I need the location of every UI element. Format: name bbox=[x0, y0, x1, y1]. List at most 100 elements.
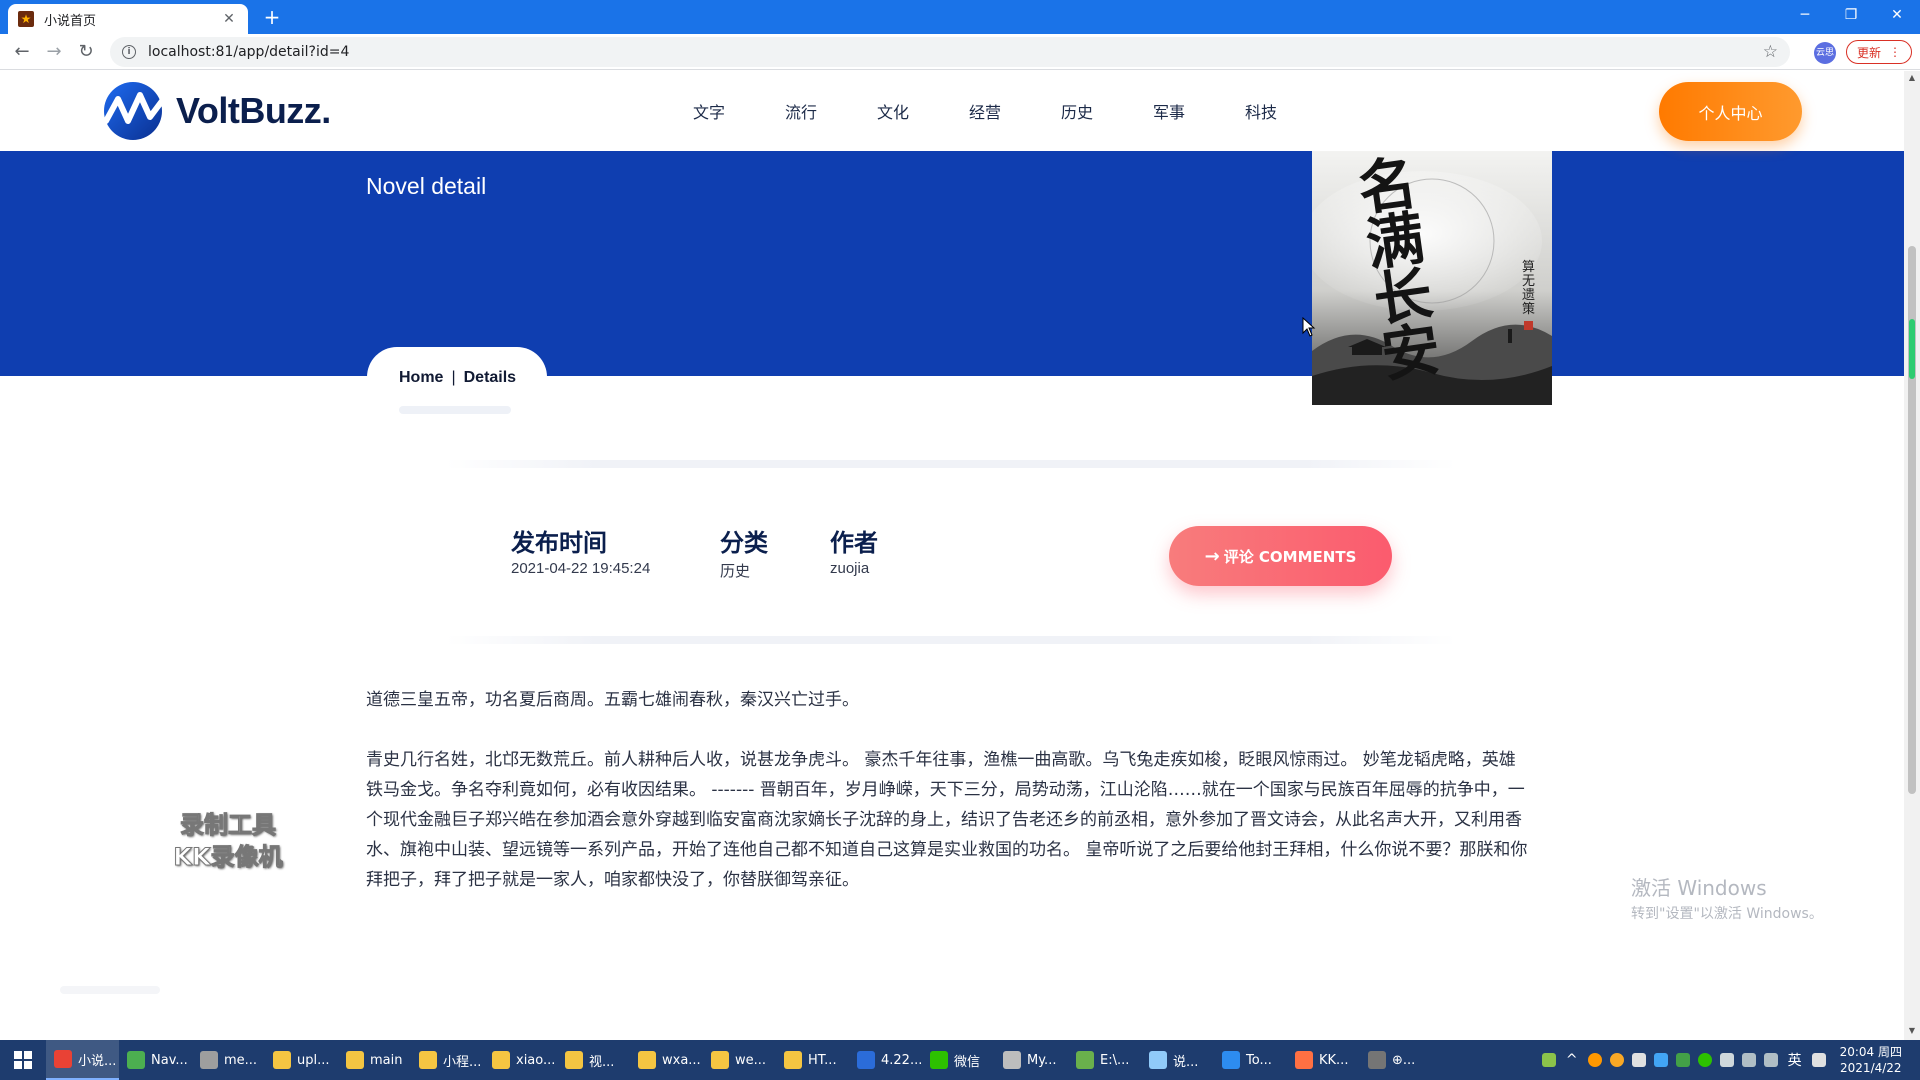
arrow-right-icon: → bbox=[1204, 545, 1220, 567]
tray-app-icon[interactable] bbox=[1631, 1053, 1646, 1067]
taskbar-app-18[interactable]: ⊕... bbox=[1360, 1040, 1433, 1080]
nav-item-wenzi[interactable]: 文字 bbox=[693, 99, 785, 123]
nav-item-keji[interactable]: 科技 bbox=[1245, 99, 1337, 123]
taskbar-app-9[interactable]: we... bbox=[703, 1040, 776, 1080]
new-tab-button[interactable]: + bbox=[260, 6, 284, 30]
tray-app-icon[interactable] bbox=[1653, 1053, 1668, 1067]
system-clock[interactable]: 20:04 周四 2021/4/22 bbox=[1840, 1044, 1902, 1076]
meta-publish-time: 发布时间 2021-04-22 19:45:24 bbox=[511, 528, 650, 577]
nav-item-liuxing[interactable]: 流行 bbox=[785, 99, 877, 123]
taskbar-app-label: 微信 bbox=[954, 1054, 981, 1070]
app-icon bbox=[273, 1051, 291, 1069]
publish-time-value: 2021-04-22 19:45:24 bbox=[511, 560, 651, 577]
browser-tab-active[interactable]: ★ 小说首页 ✕ bbox=[8, 4, 248, 34]
site-info-icon[interactable]: i bbox=[122, 45, 136, 59]
content-paragraph: 道德三皇五帝，功名夏后商周。五霸七雄闹春秋，秦汉兴亡过手。 bbox=[366, 690, 859, 710]
nav-item-jingying[interactable]: 经营 bbox=[969, 99, 1061, 123]
taskbar-app-8[interactable]: wxa... bbox=[630, 1040, 703, 1080]
address-url[interactable]: localhost:81/app/detail?id=4 bbox=[148, 44, 1763, 60]
ime-indicator[interactable]: 英 bbox=[1788, 1050, 1802, 1070]
minimize-window-icon[interactable]: ─ bbox=[1782, 0, 1828, 30]
taskbar-app-7[interactable]: 视... bbox=[557, 1040, 630, 1080]
taskbar-app-5[interactable]: 小程... bbox=[411, 1040, 484, 1080]
taskbar-app-14[interactable]: E:\... bbox=[1068, 1040, 1141, 1080]
taskbar-app-17[interactable]: KK... bbox=[1287, 1040, 1360, 1080]
restore-window-icon[interactable]: ❐ bbox=[1828, 0, 1874, 30]
user-center-button[interactable]: 个人中心 bbox=[1659, 82, 1802, 141]
taskbar-app-label: To... bbox=[1246, 1052, 1272, 1068]
taskbar-app-0[interactable]: 小说... bbox=[46, 1040, 119, 1080]
app-icon bbox=[1295, 1051, 1313, 1069]
hero-banner: Novel detail bbox=[0, 151, 1904, 376]
scroll-up-icon[interactable]: ▲ bbox=[1904, 73, 1920, 82]
app-icon bbox=[127, 1051, 145, 1069]
nav-item-lishi[interactable]: 历史 bbox=[1061, 99, 1153, 123]
taskbar-app-label: KK... bbox=[1319, 1052, 1349, 1068]
app-icon bbox=[930, 1051, 948, 1069]
app-icon bbox=[1003, 1051, 1021, 1069]
app-icon bbox=[857, 1051, 875, 1069]
reload-icon[interactable]: ↻ bbox=[74, 40, 98, 64]
app-icon bbox=[1076, 1051, 1094, 1069]
taskbar-app-label: wxa... bbox=[662, 1052, 701, 1068]
wifi-icon[interactable] bbox=[1741, 1053, 1756, 1067]
battery-icon[interactable] bbox=[1541, 1053, 1556, 1067]
bookmark-star-icon[interactable]: ☆ bbox=[1763, 42, 1778, 62]
tray-app-icon[interactable] bbox=[1609, 1053, 1624, 1067]
taskbar-app-16[interactable]: To... bbox=[1214, 1040, 1287, 1080]
taskbar-app-6[interactable]: xiao... bbox=[484, 1040, 557, 1080]
taskbar-app-3[interactable]: upl... bbox=[265, 1040, 338, 1080]
taskbar-app-label: upl... bbox=[297, 1052, 330, 1068]
tray-app-icon[interactable] bbox=[1587, 1053, 1602, 1067]
taskbar-app-15[interactable]: 说... bbox=[1141, 1040, 1214, 1080]
profile-avatar[interactable]: 云思 bbox=[1814, 42, 1836, 64]
breadcrumb-separator: | bbox=[451, 369, 456, 386]
breadcrumb-home-link[interactable]: Home bbox=[399, 369, 443, 387]
recorder-line2: KK录像机 bbox=[173, 843, 283, 872]
taskbar-app-11[interactable]: 4.22... bbox=[849, 1040, 922, 1080]
taskbar-app-1[interactable]: Nav... bbox=[119, 1040, 192, 1080]
activate-line1: 激活 Windows bbox=[1631, 876, 1767, 900]
app-icon bbox=[565, 1051, 583, 1069]
windows-taskbar: 小说... Nav... me... upl... main 小程... xiao... 视.… bbox=[0, 1040, 1920, 1080]
recorder-line1: 录制工具 bbox=[180, 811, 277, 840]
comments-button[interactable]: → 评论 COMMENTS bbox=[1169, 526, 1392, 586]
close-tab-icon[interactable]: ✕ bbox=[220, 11, 238, 27]
taskbar-app-10[interactable]: HT... bbox=[776, 1040, 849, 1080]
cover-author-text: 算无遗策 bbox=[1522, 260, 1536, 317]
tray-app-icon[interactable] bbox=[1719, 1053, 1734, 1067]
wechat-tray-icon[interactable] bbox=[1697, 1053, 1712, 1067]
site-header: VoltBuzz. 文字 流行 文化 经营 历史 军事 科技 个人中心 bbox=[0, 71, 1904, 151]
windows-start-icon[interactable] bbox=[0, 1040, 46, 1080]
taskbar-app-12[interactable]: 微信 bbox=[922, 1040, 995, 1080]
taskbar-app-4[interactable]: main bbox=[338, 1040, 411, 1080]
app-icon bbox=[784, 1051, 802, 1069]
address-bar[interactable]: i localhost:81/app/detail?id=4 ☆ bbox=[110, 37, 1790, 67]
keyboard-icon[interactable] bbox=[1811, 1053, 1826, 1067]
taskbar-apps: 小说... Nav... me... upl... main 小程... xiao... 视.… bbox=[46, 1040, 1433, 1080]
tray-chevron-icon[interactable]: ^ bbox=[1566, 1052, 1578, 1068]
nav-item-junshi[interactable]: 军事 bbox=[1153, 99, 1245, 123]
volume-icon[interactable] bbox=[1763, 1053, 1778, 1067]
app-icon bbox=[638, 1051, 656, 1069]
scroll-down-icon[interactable]: ▼ bbox=[1904, 1026, 1920, 1035]
taskbar-app-label: me... bbox=[224, 1052, 258, 1068]
close-window-icon[interactable]: ✕ bbox=[1874, 0, 1920, 30]
meta-author: 作者 zuojia bbox=[830, 528, 878, 577]
forward-arrow-icon[interactable]: → bbox=[42, 40, 66, 64]
nav-item-wenhua[interactable]: 文化 bbox=[877, 99, 969, 123]
app-icon bbox=[1222, 1051, 1240, 1069]
site-logo[interactable]: VoltBuzz. bbox=[100, 81, 331, 141]
page-viewport: Novel detail VoltBuzz. 文字 流行 文化 经营 历史 军事… bbox=[0, 71, 1904, 1040]
category-label: 分类 bbox=[720, 529, 768, 557]
page-scrollbar[interactable]: ▲ ▼ bbox=[1904, 71, 1920, 1040]
taskbar-app-2[interactable]: me... bbox=[192, 1040, 265, 1080]
app-icon bbox=[711, 1051, 729, 1069]
browser-update-button[interactable]: 更新 ⋮ bbox=[1846, 40, 1912, 64]
activate-windows-watermark: 激活 Windows 转到"设置"以激活 Windows。 bbox=[1631, 872, 1823, 923]
back-arrow-icon[interactable]: ← bbox=[10, 40, 34, 64]
tray-app-icon[interactable] bbox=[1675, 1053, 1690, 1067]
novel-cover-image[interactable]: 名满长安 算无遗策 bbox=[1312, 151, 1552, 405]
taskbar-app-13[interactable]: My... bbox=[995, 1040, 1068, 1080]
taskbar-app-label: Nav... bbox=[151, 1052, 188, 1068]
